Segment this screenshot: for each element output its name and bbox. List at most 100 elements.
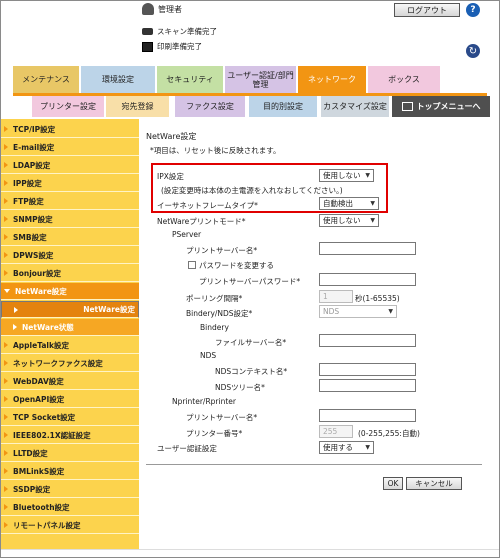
nds-tree-label: NDSツリー名* [215, 383, 265, 392]
user-auth-label: ユーザー認証設定 [157, 444, 217, 453]
change-password-checkbox[interactable] [188, 261, 196, 269]
print-server-name-input[interactable] [319, 242, 416, 255]
user-icon [142, 3, 154, 15]
sidebar-item-openapi[interactable]: OpenAPI設定 [1, 391, 139, 408]
ipx-select[interactable]: 使用しない ▼ [319, 169, 374, 182]
frame-type-value: 自動検出 [323, 199, 353, 208]
nprinter-server-input[interactable] [319, 409, 416, 422]
page-title: NetWare設定 [146, 132, 197, 141]
sidebar-item-ftp[interactable]: FTP設定 [1, 193, 139, 210]
nds-tree-input[interactable] [319, 379, 416, 392]
sidebar-item-remote-panel[interactable]: リモートパネル設定 [1, 517, 139, 534]
sidebar-item-lltd[interactable]: LLTD設定 [1, 445, 139, 462]
ok-button[interactable]: OK [383, 477, 403, 490]
sidebar-item-bluetooth[interactable]: Bluetooth設定 [1, 499, 139, 516]
sidebar-item-label: FTP設定 [13, 196, 44, 206]
sidebar-item-appletalk[interactable]: AppleTalk設定 [1, 337, 139, 354]
arrow-right-icon [4, 522, 8, 528]
chevron-down-icon: ▼ [370, 200, 375, 207]
logout-button[interactable]: ログアウト [394, 3, 460, 17]
nprinter-server-label: プリントサーバー名* [186, 413, 258, 422]
sidebar-item-label: NetWare状態 [22, 322, 74, 332]
printer-number-input[interactable]: 255 [319, 425, 353, 438]
sidebar-item-smb[interactable]: SMB設定 [1, 229, 139, 246]
tab-box[interactable]: ボックス [368, 66, 440, 93]
arrow-right-icon [4, 504, 8, 510]
arrow-right-icon [4, 144, 8, 150]
pserver-label: PServer [172, 230, 202, 239]
sidebar-item-label: WebDAV設定 [13, 376, 64, 386]
printer-icon [142, 41, 153, 52]
subtab-printer[interactable]: プリンター設定 [32, 96, 104, 117]
help-icon[interactable]: ? [466, 3, 480, 17]
printer-number-label: プリンター番号* [186, 429, 243, 438]
sidebar-item-label: リモートパネル設定 [13, 520, 81, 530]
sidebar-item-netware[interactable]: NetWare設定 [1, 283, 139, 300]
arrow-right-icon [4, 486, 8, 492]
sidebar-item-network-fax[interactable]: ネットワークファクス設定 [1, 355, 139, 372]
sidebar-item-label: NetWare設定 [15, 286, 67, 296]
print-server-password-input[interactable] [319, 273, 416, 286]
sidebar-subitem-netware-status[interactable]: NetWare状態 [1, 319, 139, 336]
sidebar-item-bmlinks[interactable]: BMLinkS設定 [1, 463, 139, 480]
sidebar-item-label: SMB設定 [13, 232, 47, 242]
tab-user-auth[interactable]: ユーザー認証/部門管理 [225, 66, 296, 93]
arrow-right-icon [4, 162, 8, 168]
top-menu-label: トップメニューへ [416, 102, 481, 111]
nds-context-input[interactable] [319, 363, 416, 376]
sidebar-item-tcp-socket[interactable]: TCP Socket設定 [1, 409, 139, 426]
sidebar-item-label: TCP/IP設定 [13, 124, 56, 134]
sidebar-item-ieee8021x[interactable]: IEEE802.1X認証設定 [1, 427, 139, 444]
sidebar-item-label: IEEE802.1X認証設定 [13, 430, 91, 440]
tab-network[interactable]: ネットワーク [298, 66, 366, 93]
sidebar-item-snmp[interactable]: SNMP設定 [1, 211, 139, 228]
sidebar-item-label: E-mail設定 [13, 142, 55, 152]
subtab-top-menu[interactable]: トップメニューへ [392, 96, 490, 117]
arrow-right-icon [4, 396, 8, 402]
file-server-input[interactable] [319, 334, 416, 347]
print-mode-label: NetWareプリントモード* [157, 217, 246, 226]
sidebar-item-webdav[interactable]: WebDAV設定 [1, 373, 139, 390]
subtab-customize[interactable]: カスタマイズ設定 [321, 96, 389, 117]
sidebar-item-dpws[interactable]: DPWS設定 [1, 247, 139, 264]
polling-input[interactable]: 1 [319, 290, 353, 303]
reset-note: *項目は、リセット後に反映されます。 [150, 146, 281, 155]
arrow-right-icon [4, 360, 8, 366]
subtab-fax[interactable]: ファクス設定 [175, 96, 245, 117]
scan-status: スキャン準備完了 [142, 26, 217, 37]
sidebar-item-bonjour[interactable]: Bonjour設定 [1, 265, 139, 282]
arrow-right-icon [4, 234, 8, 240]
frame-type-label: イーサネットフレームタイプ* [157, 201, 258, 210]
sidebar-item-label: TCP Socket設定 [13, 412, 76, 422]
frame-type-select[interactable]: 自動検出 ▼ [319, 197, 379, 210]
arrow-right-icon [4, 252, 8, 258]
arrow-right-icon [4, 342, 8, 348]
nds-context-label: NDSコンテキスト名* [215, 367, 288, 376]
sidebar-item-tcpip[interactable]: TCP/IP設定 [1, 121, 139, 138]
chevron-down-icon: ▼ [365, 444, 370, 451]
refresh-icon[interactable]: ↻ [466, 44, 480, 58]
subtab-address[interactable]: 宛先登録 [106, 96, 169, 117]
sidebar-item-ldap[interactable]: LDAP設定 [1, 157, 139, 174]
tab-security[interactable]: セキュリティ [157, 66, 223, 93]
arrow-right-icon [4, 198, 8, 204]
tab-maintenance[interactable]: メンテナンス [13, 66, 79, 93]
cancel-button[interactable]: キャンセル [406, 477, 462, 490]
sidebar-item-label: OpenAPI設定 [13, 394, 65, 404]
sidebar-item-email[interactable]: E-mail設定 [1, 139, 139, 156]
arrow-right-icon [4, 180, 8, 186]
sidebar: TCP/IP設定 E-mail設定 LDAP設定 IPP設定 FTP設定 SNM… [1, 119, 139, 549]
arrow-right-icon [4, 270, 8, 276]
bindery-nds-select[interactable]: NDS ▼ [319, 305, 397, 318]
sidebar-subitem-netware-settings[interactable]: NetWare設定 [1, 301, 139, 318]
sidebar-item-ipp[interactable]: IPP設定 [1, 175, 139, 192]
arrow-right-icon [4, 414, 8, 420]
divider [146, 464, 482, 465]
user-auth-select[interactable]: 使用する ▼ [319, 441, 374, 454]
sidebar-item-label: DPWS設定 [13, 250, 54, 260]
subtab-purpose[interactable]: 目的別設定 [249, 96, 317, 117]
admin-user: 管理者 [142, 3, 182, 15]
sidebar-item-ssdp[interactable]: SSDP設定 [1, 481, 139, 498]
print-mode-select[interactable]: 使用しない ▼ [319, 214, 379, 227]
tab-environment[interactable]: 環境設定 [81, 66, 155, 93]
